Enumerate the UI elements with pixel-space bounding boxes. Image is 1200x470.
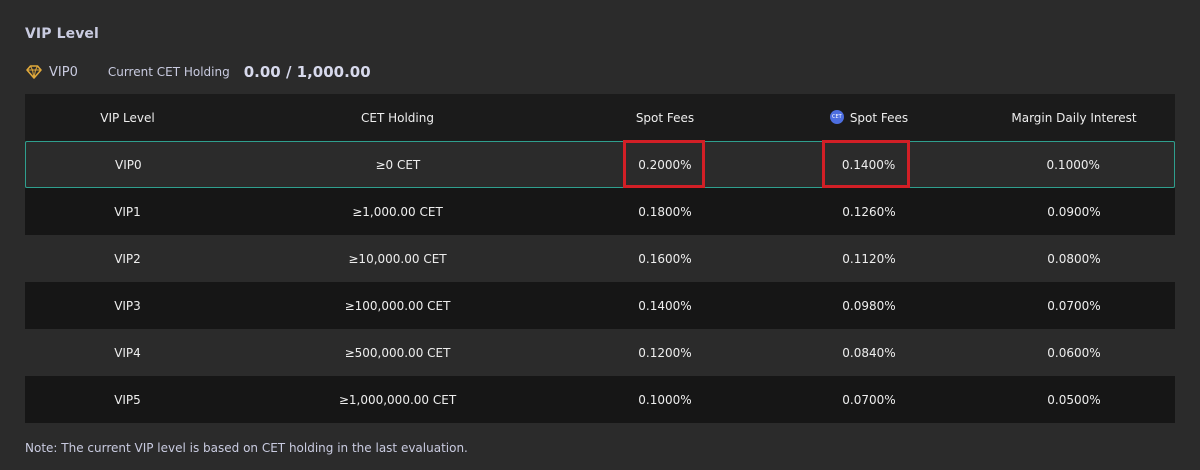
current-cet-holding-value: 0.00 / 1,000.00 (243, 63, 371, 81)
cell-spot-fees: 0.2000% (638, 157, 692, 172)
cell-vip-level: VIP1 (114, 204, 141, 219)
cell-margin-daily-interest: 0.1000% (1046, 157, 1100, 172)
section-title: VIP Level (25, 26, 99, 42)
vip-fee-table: VIP Level CET Holding Spot Fees CET Spot … (25, 94, 1175, 423)
cell-spot-fees: 0.1400% (638, 298, 692, 313)
table-header: VIP Level CET Holding Spot Fees CET Spot … (25, 94, 1175, 141)
header-cet-holding: CET Holding (361, 110, 434, 125)
table-row-vip3: VIP3 ≥100,000.00 CET 0.1400% 0.0980% 0.0… (25, 282, 1175, 329)
cell-vip-level: VIP0 (115, 157, 142, 172)
current-cet-holding-label: Current CET Holding (107, 65, 230, 79)
cell-cet-spot-fees: 0.1260% (842, 204, 896, 219)
cell-cet-holding: ≥0 CET (375, 157, 421, 172)
table-row-vip5: VIP5 ≥1,000,000.00 CET 0.1000% 0.0700% 0… (25, 376, 1175, 423)
table-row-vip0: VIP0 ≥0 CET 0.2000% 0.1400% 0.1000% (25, 141, 1175, 188)
cell-cet-spot-fees: 0.0700% (842, 392, 896, 407)
cell-cet-holding: ≥1,000,000.00 CET (338, 392, 457, 407)
cell-spot-fees: 0.1800% (638, 204, 692, 219)
cell-spot-fees: 0.1000% (638, 392, 692, 407)
cet-coin-icon: CET (829, 110, 844, 124)
cell-margin-daily-interest: 0.0800% (1047, 251, 1101, 266)
cell-vip-level: VIP5 (114, 392, 141, 407)
cell-margin-daily-interest: 0.0500% (1047, 392, 1101, 407)
cell-margin-daily-interest: 0.0900% (1047, 204, 1101, 219)
header-cet-spot-fees: CET Spot Fees (765, 110, 973, 125)
cell-cet-spot-fees: 0.0980% (842, 298, 896, 313)
cell-spot-fees: 0.1200% (638, 345, 692, 360)
header-margin-daily-interest: Margin Daily Interest (1011, 110, 1137, 125)
cell-cet-holding: ≥10,000.00 CET (348, 251, 447, 266)
cell-cet-spot-fees: 0.1120% (842, 251, 896, 266)
cell-cet-spot-fees: 0.0840% (842, 345, 896, 360)
cell-margin-daily-interest: 0.0700% (1047, 298, 1101, 313)
table-row-vip1: VIP1 ≥1,000.00 CET 0.1800% 0.1260% 0.090… (25, 188, 1175, 235)
cell-vip-level: VIP2 (114, 251, 141, 266)
footnote: Note: The current VIP level is based on … (25, 441, 468, 455)
cell-cet-holding: ≥500,000.00 CET (344, 345, 451, 360)
cell-cet-holding: ≥1,000.00 CET (352, 204, 443, 219)
cell-vip-level: VIP4 (114, 345, 141, 360)
cell-spot-fees: 0.1600% (638, 251, 692, 266)
current-vip-summary: VIP0 Current CET Holding 0.00 / 1,000.00 (25, 60, 371, 84)
table-row-vip2: VIP2 ≥10,000.00 CET 0.1600% 0.1120% 0.08… (25, 235, 1175, 282)
cell-vip-level: VIP3 (114, 298, 141, 313)
table-row-vip4: VIP4 ≥500,000.00 CET 0.1200% 0.0840% 0.0… (25, 329, 1175, 376)
cell-margin-daily-interest: 0.0600% (1047, 345, 1101, 360)
cell-cet-holding: ≥100,000.00 CET (344, 298, 451, 313)
header-cet-spot-fees-label: Spot Fees (849, 111, 909, 125)
header-vip-level: VIP Level (100, 110, 155, 125)
diamond-badge-icon (25, 63, 43, 81)
current-vip-level: VIP0 (49, 64, 78, 80)
cell-cet-spot-fees: 0.1400% (841, 157, 896, 172)
header-spot-fees: Spot Fees (635, 110, 695, 125)
